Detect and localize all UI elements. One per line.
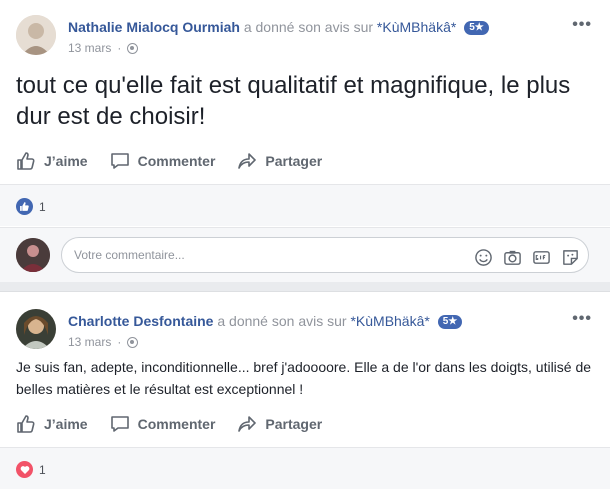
rating-badge: 5★ (464, 21, 489, 35)
review-post: Charlotte Desfontaine a donné son avis s… (0, 291, 610, 494)
page-link[interactable]: *KùMBhäkâ* (377, 19, 456, 35)
post-header: Nathalie Mialocq Ourmiah a donné son avi… (16, 12, 598, 58)
share-button[interactable]: Partager (237, 151, 322, 171)
like-button[interactable]: J’aime (16, 414, 88, 434)
heart-icon (16, 461, 33, 478)
action-text: a donné son avis sur (217, 313, 347, 329)
globe-icon (127, 42, 139, 54)
post-meta: 13 mars · (68, 41, 139, 55)
share-icon (238, 416, 257, 432)
share-label: Partager (265, 416, 323, 432)
comment-label: Commenter (137, 153, 216, 169)
share-icon (238, 153, 257, 169)
author-line: Charlotte Desfontaine a donné son avis s… (68, 312, 463, 330)
action-bar: J’aime Commenter Partager (16, 146, 594, 176)
thumbs-up-icon (17, 415, 35, 433)
reactions-row: 1 (0, 184, 610, 226)
more-options-icon[interactable]: ••• (572, 310, 592, 328)
post-header: Charlotte Desfontaine a donné son avis s… (16, 306, 598, 352)
reaction-summary[interactable]: 1 (16, 461, 46, 478)
comment-icon (110, 416, 129, 432)
like-icon (16, 198, 33, 215)
avatar[interactable] (16, 15, 56, 55)
avatar[interactable] (16, 309, 56, 349)
comment-button[interactable]: Commenter (110, 414, 216, 434)
page-link[interactable]: *KùMBhäkâ* (350, 313, 429, 329)
action-text: a donné son avis sur (243, 19, 374, 35)
current-user-avatar (16, 238, 50, 272)
sticker-icon[interactable] (561, 248, 580, 267)
post-meta: 13 mars · (68, 335, 139, 349)
like-button[interactable]: J’aime (16, 151, 88, 171)
comment-tools (474, 248, 580, 267)
rating-badge: 5★ (437, 315, 463, 329)
author-line: Nathalie Mialocq Ourmiah a donné son avi… (68, 18, 489, 36)
review-post: Nathalie Mialocq Ourmiah a donné son avi… (0, 0, 610, 282)
more-options-icon[interactable]: ••• (572, 16, 592, 34)
comment-label: Commenter (137, 416, 216, 432)
post-text: Je suis fan, adepte, inconditionnelle...… (16, 359, 592, 397)
reaction-count: 1 (39, 199, 46, 214)
post-date[interactable]: 13 mars (68, 335, 111, 349)
emoji-icon[interactable] (474, 248, 493, 267)
author-name[interactable]: Charlotte Desfontaine (68, 313, 213, 329)
like-label: J’aime (44, 416, 88, 432)
reaction-count: 1 (39, 462, 46, 477)
share-button[interactable]: Partager (237, 414, 322, 434)
share-label: Partager (265, 153, 323, 169)
post-text: tout ce qu'elle fait est qualitatif et m… (16, 72, 571, 130)
like-label: J’aime (44, 153, 88, 169)
reaction-summary[interactable]: 1 (16, 198, 46, 215)
author-name[interactable]: Nathalie Mialocq Ourmiah (68, 19, 240, 35)
comment-icon (110, 153, 129, 169)
comment-button[interactable]: Commenter (110, 151, 216, 171)
gif-icon[interactable] (532, 248, 551, 267)
reactions-row: 1 (0, 447, 610, 489)
globe-icon (127, 336, 139, 348)
thumbs-up-icon (17, 152, 35, 170)
post-date[interactable]: 13 mars (68, 41, 111, 55)
camera-icon[interactable] (503, 248, 522, 267)
action-bar: J’aime Commenter Partager (16, 409, 594, 439)
comment-composer (0, 227, 610, 282)
